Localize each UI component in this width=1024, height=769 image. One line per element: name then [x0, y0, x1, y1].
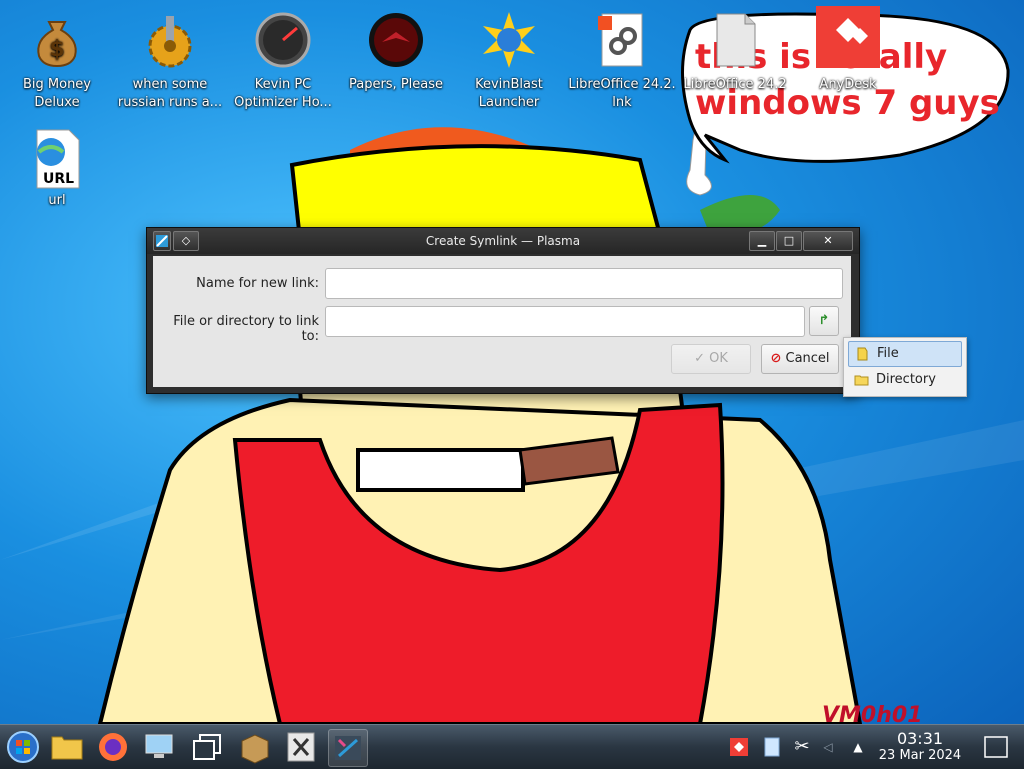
browse-target-button[interactable]: ↱: [809, 306, 839, 336]
create-symlink-dialog: ◇ Create Symlink — Plasma ▁ □ ✕ Name for…: [146, 227, 860, 394]
ok-button-label: OK: [709, 351, 728, 366]
window-switcher-icon[interactable]: [188, 729, 226, 765]
desktop-icon-label: when some russian runs a...: [117, 77, 223, 110]
tray-expand-chevron-icon[interactable]: ▲: [848, 729, 868, 765]
open-arrow-icon: ↱: [818, 313, 830, 328]
desktop-icon-label: KevinBlast Launcher: [475, 77, 543, 110]
show-desktop-button[interactable]: [982, 729, 1010, 765]
file-manager-icon[interactable]: [48, 729, 86, 765]
clipboard-tray-icon[interactable]: [760, 729, 784, 765]
desktop-icon-papers-please[interactable]: Papers, Please: [341, 12, 451, 94]
scissors-tray-icon[interactable]: ✂: [790, 729, 814, 765]
cancel-icon: ⊘: [770, 351, 782, 366]
volume-tray-icon[interactable]: ◁: [818, 729, 838, 765]
link-name-input[interactable]: [325, 268, 843, 299]
folder-icon: [854, 372, 869, 387]
starburst-globe-icon: [481, 12, 537, 68]
package-installer-icon[interactable]: [236, 729, 274, 765]
desktop-icon-label: Papers, Please: [348, 77, 444, 92]
desktop-icon-anydesk[interactable]: AnyDesk: [793, 6, 903, 94]
menu-item-directory[interactable]: Directory: [848, 368, 960, 392]
name-for-new-link-label: Name for new link:: [196, 276, 319, 291]
desktop-icon-label: Kevin PC Optimizer Ho...: [234, 77, 332, 110]
speedometer-icon: [255, 12, 311, 68]
anydesk-icon: [816, 6, 880, 68]
libreoffice-document-icon: [707, 12, 763, 68]
desktop-icon-label: url: [48, 193, 66, 208]
link-target-label: File or directory to link to:: [173, 314, 319, 344]
remote-desktop-icon[interactable]: [140, 729, 178, 765]
x-tool-icon[interactable]: [282, 729, 320, 765]
dialog-body: Name for new link: File or directory to …: [153, 256, 851, 387]
link-target-input[interactable]: [325, 306, 805, 337]
maximize-button[interactable]: □: [776, 231, 802, 251]
svg-text:$: $: [49, 37, 64, 62]
desktop-icon-kevin-pc-optimizer[interactable]: Kevin PC Optimizer Ho...: [228, 12, 338, 112]
desktop-icon-libreoffice-lnk[interactable]: LibreOffice 24.2. lnk: [567, 12, 677, 112]
desktop-icon-label: Big Money Deluxe: [22, 77, 91, 110]
menu-item-label: File: [877, 346, 899, 361]
desktop-icon-label: LibreOffice 24.2: [683, 77, 787, 92]
start-button[interactable]: [4, 729, 42, 765]
gear-wheel-icon: [142, 12, 198, 68]
dialog-titlebar[interactable]: ◇ Create Symlink — Plasma ▁ □ ✕: [147, 228, 859, 254]
firefox-icon[interactable]: [94, 729, 132, 765]
minimize-button[interactable]: ▁: [749, 231, 775, 251]
shortcut-link-icon: [594, 12, 650, 68]
desktop-icon-label: LibreOffice 24.2. lnk: [568, 77, 676, 110]
desktop-icon-big-money-deluxe[interactable]: $ Big Money Deluxe: [2, 12, 112, 112]
papers-please-emblem-icon: [368, 12, 424, 68]
url-badge-text: URL: [43, 171, 75, 187]
close-button[interactable]: ✕: [803, 231, 853, 251]
desktop-icon-url[interactable]: URL url: [2, 128, 112, 210]
menu-item-label: Directory: [876, 372, 936, 387]
cancel-button[interactable]: ⊘ Cancel: [761, 344, 839, 374]
desktop-icon-russian-game[interactable]: when some russian runs a...: [115, 12, 225, 112]
menu-item-file[interactable]: File: [848, 341, 962, 367]
money-bag-icon: $: [29, 12, 85, 68]
clock-date: 23 Mar 2024: [878, 748, 962, 763]
anydesk-tray-icon[interactable]: [728, 729, 752, 765]
clock[interactable]: 03:31 23 Mar 2024: [870, 730, 970, 764]
browse-type-menu: File Directory: [843, 337, 967, 397]
file-hand-icon: [855, 346, 870, 361]
ok-button[interactable]: ✓ OK: [671, 344, 751, 374]
desktop-icon-libreoffice[interactable]: LibreOffice 24.2: [680, 12, 790, 94]
cancel-button-label: Cancel: [785, 351, 830, 366]
desktop-icon-kevinblast-launcher[interactable]: KevinBlast Launcher: [454, 12, 564, 112]
desktop-icon-label: AnyDesk: [819, 77, 877, 92]
clock-time: 03:31: [896, 729, 944, 748]
checkmark-icon: ✓: [694, 351, 705, 366]
url-file-icon: URL: [29, 128, 85, 189]
taskbar: ✂ ◁ ▲ 03:31 23 Mar 2024: [0, 724, 1024, 769]
create-symlink-task[interactable]: [328, 729, 368, 767]
